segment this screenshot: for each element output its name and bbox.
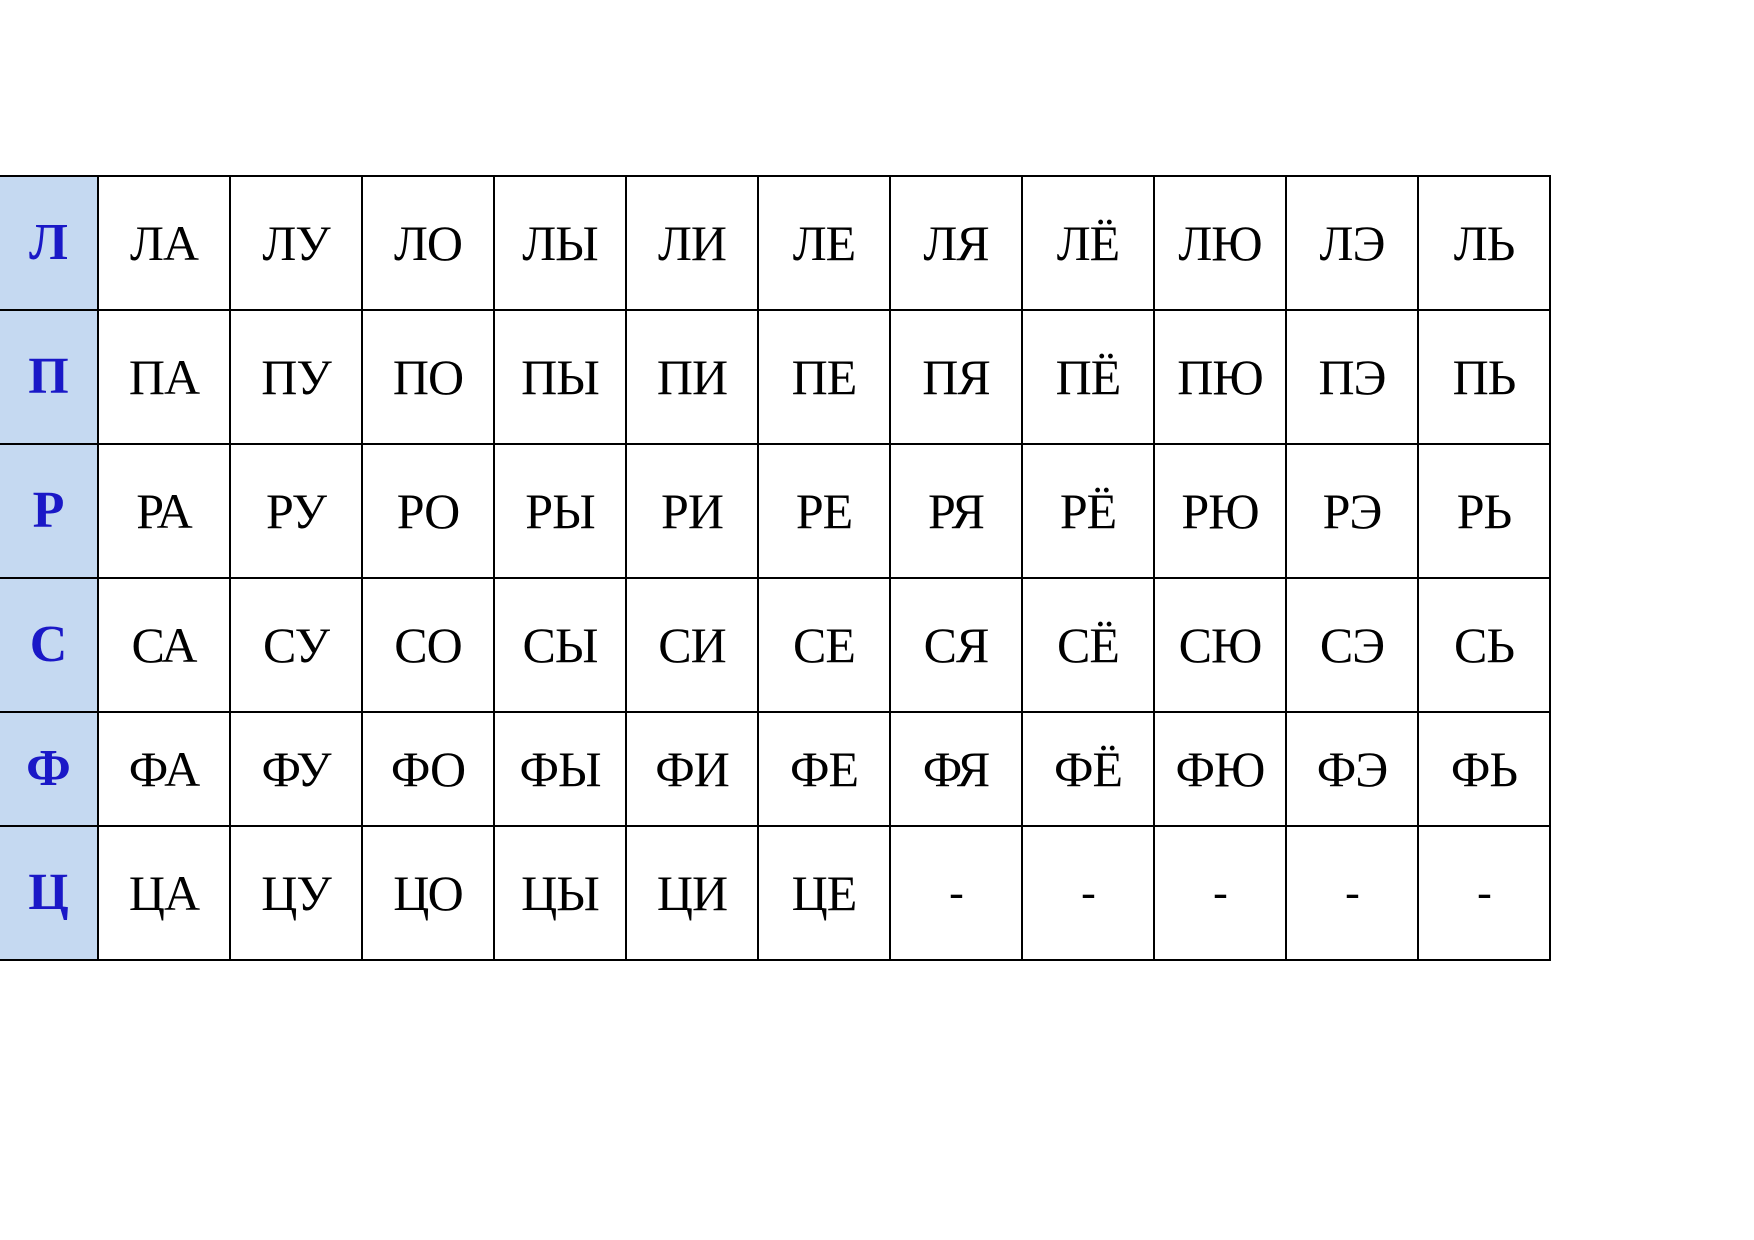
syllable-cell: ПЯ — [889, 309, 1023, 445]
syllable-cell-empty: - — [1021, 825, 1155, 961]
syllable-cell: СО — [361, 577, 495, 713]
syllable-cell: ПУ — [229, 309, 363, 445]
syllable-cell: РО — [361, 443, 495, 579]
row-header-letter: С — [0, 577, 99, 713]
syllable-cell: ЦЕ — [757, 825, 891, 961]
row-header-letter: П — [0, 309, 99, 445]
table-row: С СА СУ СО СЫ СИ СЕ СЯ СЁ СЮ СЭ СЬ — [0, 577, 1551, 713]
syllable-cell: РЬ — [1417, 443, 1551, 579]
syllable-cell: РЭ — [1285, 443, 1419, 579]
syllable-cell: СЭ — [1285, 577, 1419, 713]
syllable-cell: СИ — [625, 577, 759, 713]
syllable-cell: ПА — [97, 309, 231, 445]
syllable-cell: ЛЬ — [1417, 175, 1551, 311]
syllable-cell: ФИ — [625, 711, 759, 827]
syllable-cell: ЛЕ — [757, 175, 891, 311]
syllable-cell: ЦУ — [229, 825, 363, 961]
syllable-cell: ПЮ — [1153, 309, 1287, 445]
syllable-cell-empty: - — [889, 825, 1023, 961]
row-header-letter: Л — [0, 175, 99, 311]
syllable-cell: СЕ — [757, 577, 891, 713]
table-row: Ц ЦА ЦУ ЦО ЦЫ ЦИ ЦЕ - - - - - — [0, 825, 1551, 961]
syllable-cell-empty: - — [1153, 825, 1287, 961]
syllable-cell: ПЫ — [493, 309, 627, 445]
syllable-cell: ЛЭ — [1285, 175, 1419, 311]
syllable-table-body: Л ЛА ЛУ ЛО ЛЫ ЛИ ЛЕ ЛЯ ЛЁ ЛЮ ЛЭ ЛЬ П ПА … — [0, 175, 1551, 961]
syllable-cell: ФЬ — [1417, 711, 1551, 827]
syllable-cell: СЫ — [493, 577, 627, 713]
syllable-cell: РЯ — [889, 443, 1023, 579]
syllable-cell: ЛЮ — [1153, 175, 1287, 311]
syllable-cell: ЦЫ — [493, 825, 627, 961]
syllable-cell: РЮ — [1153, 443, 1287, 579]
table-row: Р РА РУ РО РЫ РИ РЕ РЯ РЁ РЮ РЭ РЬ — [0, 443, 1551, 579]
syllable-cell: ПЕ — [757, 309, 891, 445]
table-row: Ф ФА ФУ ФО ФЫ ФИ ФЕ ФЯ ФЁ ФЮ ФЭ ФЬ — [0, 711, 1551, 827]
syllable-cell: ЛА — [97, 175, 231, 311]
syllable-cell-empty: - — [1417, 825, 1551, 961]
syllable-cell: СУ — [229, 577, 363, 713]
table-row: П ПА ПУ ПО ПЫ ПИ ПЕ ПЯ ПЁ ПЮ ПЭ ПЬ — [0, 309, 1551, 445]
syllable-cell: ЦИ — [625, 825, 759, 961]
syllable-cell: СЁ — [1021, 577, 1155, 713]
syllable-cell: ПИ — [625, 309, 759, 445]
syllable-cell: ЦА — [97, 825, 231, 961]
syllable-cell: ФЫ — [493, 711, 627, 827]
syllable-cell: ФЮ — [1153, 711, 1287, 827]
syllable-cell: РИ — [625, 443, 759, 579]
syllable-cell: ФЭ — [1285, 711, 1419, 827]
table-row: Л ЛА ЛУ ЛО ЛЫ ЛИ ЛЕ ЛЯ ЛЁ ЛЮ ЛЭ ЛЬ — [0, 175, 1551, 311]
syllable-cell: ФА — [97, 711, 231, 827]
syllable-cell: ФЯ — [889, 711, 1023, 827]
syllable-cell: ФО — [361, 711, 495, 827]
syllable-cell: ЛО — [361, 175, 495, 311]
syllable-cell: СЮ — [1153, 577, 1287, 713]
syllable-cell: ПЬ — [1417, 309, 1551, 445]
syllable-cell: СЯ — [889, 577, 1023, 713]
syllable-cell: ФЕ — [757, 711, 891, 827]
syllable-cell: ФУ — [229, 711, 363, 827]
syllable-cell-empty: - — [1285, 825, 1419, 961]
syllable-cell: ЛЯ — [889, 175, 1023, 311]
syllable-cell: РА — [97, 443, 231, 579]
syllable-cell: ПЁ — [1021, 309, 1155, 445]
syllable-cell: ЛЫ — [493, 175, 627, 311]
syllable-cell: РЫ — [493, 443, 627, 579]
row-header-letter: Р — [0, 443, 99, 579]
syllable-cell: РЁ — [1021, 443, 1155, 579]
syllable-cell: РЕ — [757, 443, 891, 579]
syllable-cell: РУ — [229, 443, 363, 579]
row-header-letter: Ц — [0, 825, 99, 961]
syllable-cell: ФЁ — [1021, 711, 1155, 827]
syllable-cell: ЦО — [361, 825, 495, 961]
syllable-cell: ЛУ — [229, 175, 363, 311]
page-canvas: Л ЛА ЛУ ЛО ЛЫ ЛИ ЛЕ ЛЯ ЛЁ ЛЮ ЛЭ ЛЬ П ПА … — [0, 0, 1754, 1240]
row-header-letter: Ф — [0, 711, 99, 827]
syllable-table: Л ЛА ЛУ ЛО ЛЫ ЛИ ЛЕ ЛЯ ЛЁ ЛЮ ЛЭ ЛЬ П ПА … — [0, 175, 1551, 961]
syllable-cell: ЛИ — [625, 175, 759, 311]
syllable-cell: ПО — [361, 309, 495, 445]
syllable-cell: СА — [97, 577, 231, 713]
syllable-cell: СЬ — [1417, 577, 1551, 713]
syllable-cell: ПЭ — [1285, 309, 1419, 445]
syllable-cell: ЛЁ — [1021, 175, 1155, 311]
